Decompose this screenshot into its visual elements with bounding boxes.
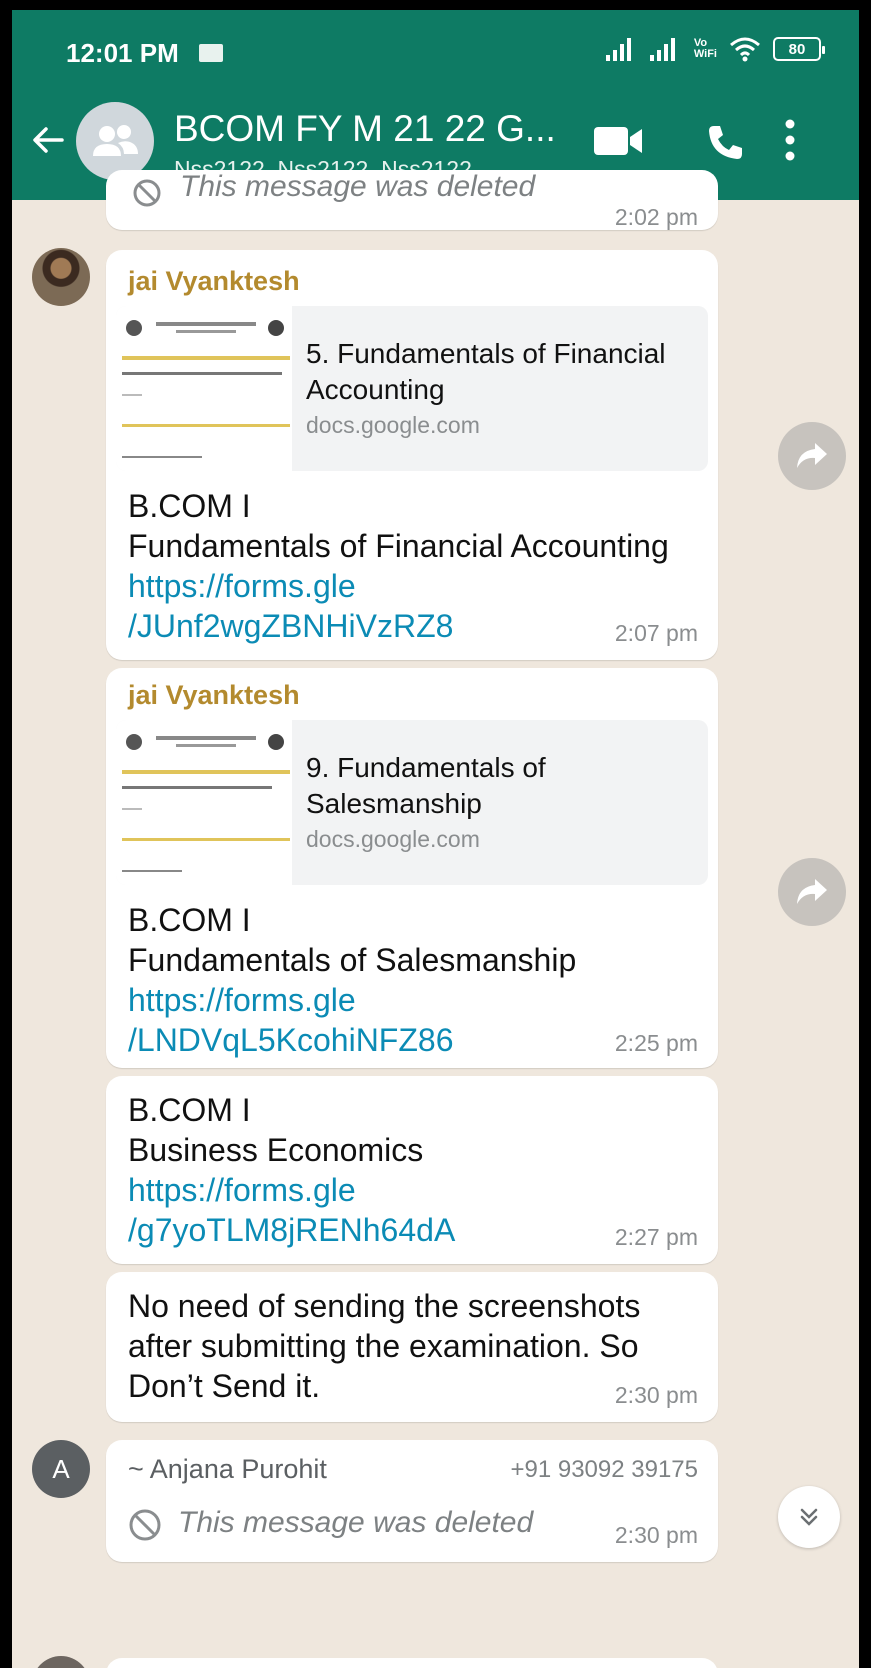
message-time: 2:30 pm: [614, 1522, 698, 1548]
message-link[interactable]: https://forms.gle: [128, 566, 356, 606]
message-text-line: Don’t Send it.: [128, 1368, 321, 1404]
vowifi-icon: Vo WiFi: [694, 38, 717, 60]
message-text-line: B.COM I: [128, 488, 251, 524]
double-chevron-down-icon: [800, 1508, 818, 1526]
deleted-message-text: This message was deleted: [178, 1506, 534, 1539]
message-bubble[interactable]: B.COM I Business Economics https://forms…: [106, 1076, 718, 1264]
form-thumbnail-icon: [122, 320, 290, 458]
deleted-icon: [133, 179, 161, 207]
message-text-line: Fundamentals of Financial Accounting: [128, 528, 669, 564]
link-preview-title: 9. Fundamentals of: [306, 752, 546, 783]
link-preview[interactable]: 9. Fundamentals of Salesmanship docs.goo…: [116, 720, 708, 885]
message-text-line: after submitting the examination. So: [128, 1328, 639, 1364]
message-time: 2:27 pm: [614, 1224, 698, 1250]
message-link[interactable]: https://forms.gle: [128, 980, 356, 1020]
status-icons: Vo WiFi 80: [605, 36, 825, 62]
more-options-icon[interactable]: [784, 118, 796, 162]
message-text-line: Fundamentals of Salesmanship: [128, 942, 577, 978]
forward-icon: [797, 443, 827, 468]
sender-name[interactable]: jai Vyanktesh: [128, 680, 300, 711]
message-bubble[interactable]: jai Vyanktesh 9. Fundamentals of Salesma…: [106, 668, 718, 1068]
wifi-icon: [730, 37, 760, 62]
message-link[interactable]: /JUnf2wgZBNHiVzRZ8: [128, 606, 453, 646]
back-arrow-icon[interactable]: [28, 120, 68, 160]
link-preview-thumbnail: [116, 306, 292, 471]
message-time: 2:02 pm: [614, 204, 698, 230]
message-bubble[interactable]: jai Vyanktesh 5. Fundamentals of Financi…: [106, 250, 718, 660]
whatsapp-screen: 12:01 PM Vo WiFi 80 BCOM FY M 21 22 G...…: [12, 10, 859, 1668]
link-preview-title: 5. Fundamentals of Financial: [306, 338, 666, 369]
video-call-icon[interactable]: [592, 123, 644, 159]
message-time: 2:30 pm: [614, 1382, 698, 1408]
link-preview[interactable]: 5. Fundamentals of Financial Accounting …: [116, 306, 708, 471]
sender-avatar[interactable]: A: [32, 1440, 90, 1498]
group-avatar[interactable]: [76, 102, 154, 180]
link-preview-thumbnail: [116, 720, 292, 885]
status-time: 12:01 PM: [66, 38, 179, 68]
message-bubble[interactable]: [106, 1658, 718, 1668]
chat-title[interactable]: BCOM FY M 21 22 G...: [174, 108, 556, 150]
message-link[interactable]: /LNDVqL5KcohiNFZ86: [128, 1020, 453, 1060]
forward-icon: [797, 879, 827, 904]
vowifi-label-bottom: WiFi: [693, 48, 717, 60]
deleted-message-text: This message was deleted: [180, 170, 536, 203]
battery-level: 80: [788, 40, 806, 58]
message-text-line: Business Economics: [128, 1132, 424, 1168]
avatar-letter: A: [52, 1453, 70, 1484]
forward-button[interactable]: [778, 422, 846, 490]
forward-button[interactable]: [778, 858, 846, 926]
message-link[interactable]: /g7yoTLM8jRENh64dA: [128, 1210, 455, 1250]
voice-call-icon[interactable]: [705, 122, 745, 162]
link-preview-domain: docs.google.com: [306, 412, 480, 438]
message-link[interactable]: https://forms.gle: [128, 1170, 356, 1210]
signal-icon: [649, 38, 675, 61]
deleted-icon: [129, 1509, 161, 1541]
message-text-line: B.COM I: [128, 1092, 251, 1128]
message-time: 2:07 pm: [614, 620, 698, 646]
sender-name[interactable]: jai Vyanktesh: [128, 266, 300, 297]
message-list[interactable]: This message was deleted 2:02 pm jai Vya…: [12, 170, 859, 1668]
sender-phone: +91 93092 39175: [510, 1456, 698, 1483]
link-preview-title: Accounting: [306, 374, 445, 405]
message-bubble[interactable]: ~ Anjana Purohit +91 93092 39175 This me…: [106, 1440, 718, 1562]
form-thumbnail-icon: [122, 734, 290, 872]
message-text-line: No need of sending the screenshots: [128, 1288, 641, 1324]
battery-icon: 80: [773, 37, 825, 61]
signal-icon: [605, 38, 631, 61]
scroll-to-bottom-button[interactable]: [778, 1486, 840, 1548]
sender-avatar[interactable]: [32, 1656, 90, 1668]
group-icon: [93, 125, 138, 156]
sender-avatar[interactable]: [32, 248, 90, 306]
sender-name[interactable]: ~ Anjana Purohit: [128, 1454, 327, 1485]
message-bubble[interactable]: This message was deleted 2:02 pm: [106, 170, 718, 230]
link-preview-domain: docs.google.com: [306, 826, 480, 852]
message-bubble[interactable]: No need of sending the screenshots after…: [106, 1272, 718, 1422]
link-preview-title: Salesmanship: [306, 788, 482, 819]
message-time: 2:25 pm: [614, 1030, 698, 1056]
notification-icon: [199, 44, 223, 62]
message-text-line: B.COM I: [128, 902, 251, 938]
